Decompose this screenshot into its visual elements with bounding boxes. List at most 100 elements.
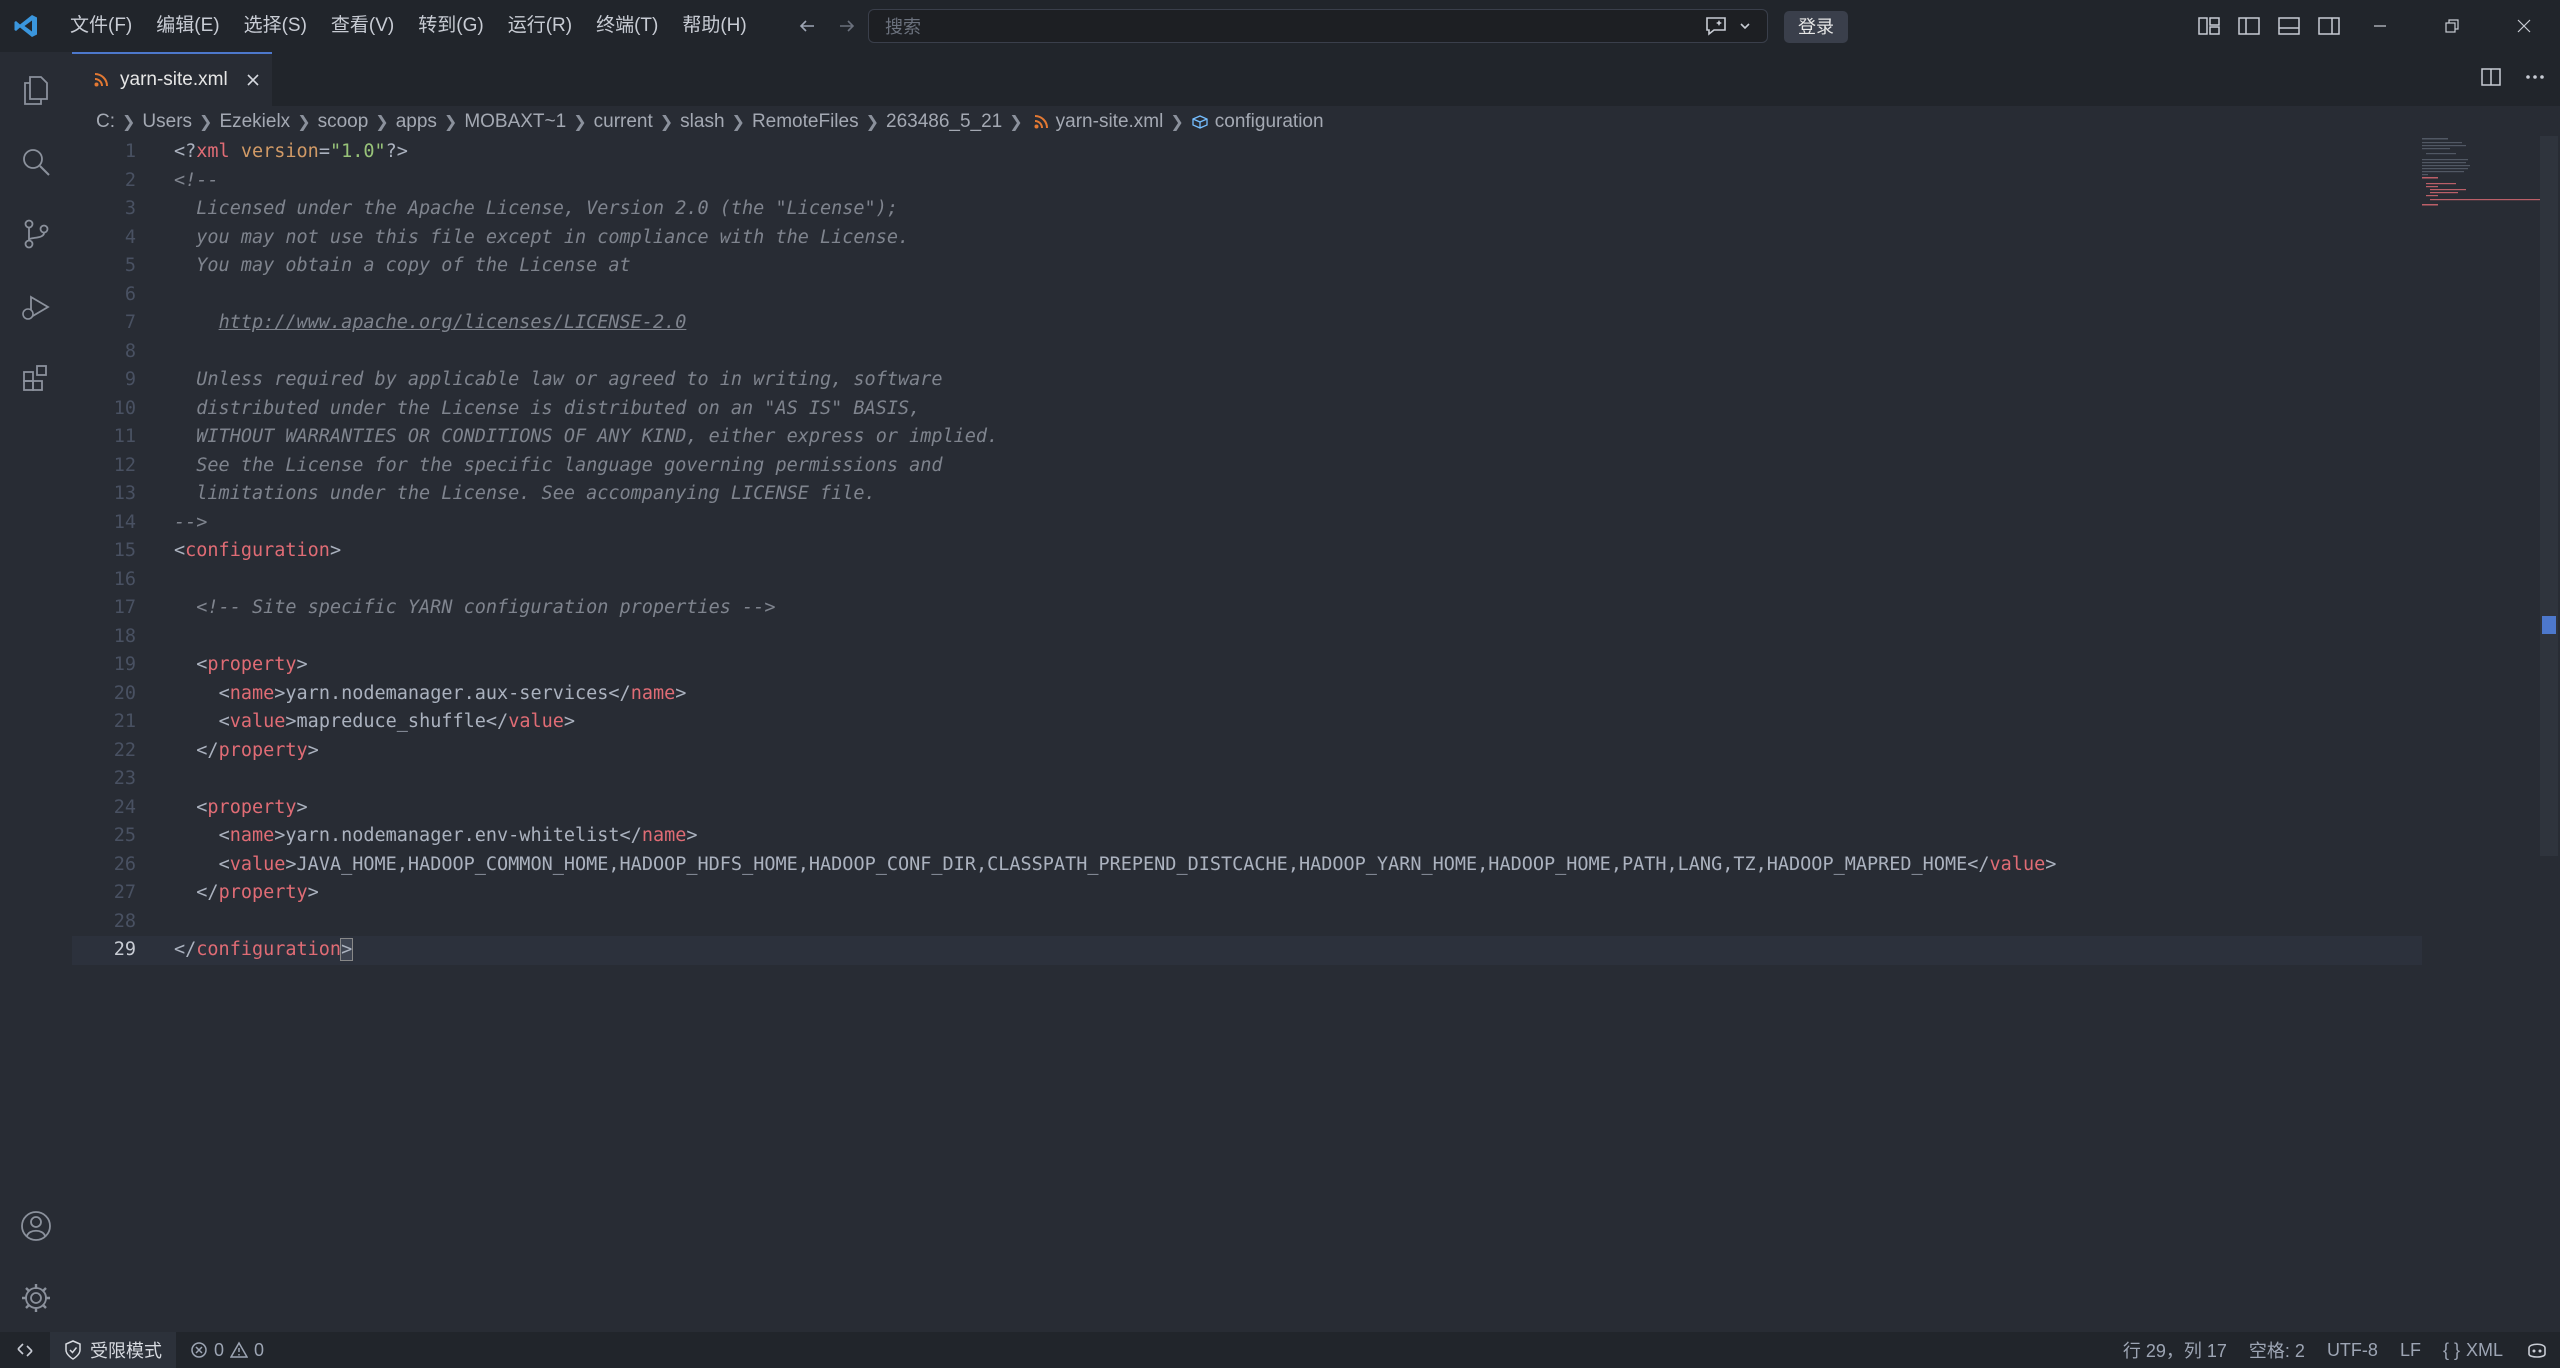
code-line[interactable]: 26 <value>JAVA_HOME,HADOOP_COMMON_HOME,H…: [72, 851, 2422, 880]
more-actions-icon[interactable]: [2524, 66, 2546, 93]
code-token: name: [229, 682, 275, 704]
customize-layout-icon[interactable]: [2196, 12, 2222, 40]
breadcrumb-item[interactable]: slash: [680, 111, 724, 133]
vertical-scrollbar[interactable]: [2540, 136, 2558, 856]
code-line[interactable]: 13 limitations under the License. See ac…: [72, 480, 2422, 509]
code-line[interactable]: 25 <name>yarn.nodemanager.env-whitelist<…: [72, 822, 2422, 851]
split-editor-icon[interactable]: [2480, 66, 2502, 93]
code-token: </: [196, 739, 219, 761]
code-line[interactable]: 4 you may not use this file except in co…: [72, 224, 2422, 253]
toggle-secondary-sidebar-icon[interactable]: [2316, 12, 2342, 40]
code-line[interactable]: 17 <!-- Site specific YARN configuration…: [72, 594, 2422, 623]
close-icon[interactable]: [242, 69, 264, 91]
tab-yarn-site-xml[interactable]: yarn-site.xml: [72, 52, 272, 106]
extensions-icon[interactable]: [0, 342, 72, 414]
language-mode[interactable]: { } XML: [2432, 1340, 2514, 1361]
line-code: limitations under the License. See accom…: [174, 480, 875, 509]
explorer-icon[interactable]: [0, 54, 72, 126]
code-line[interactable]: 19 <property>: [72, 651, 2422, 680]
cursor-position[interactable]: 行 29，列 17: [2112, 1337, 2238, 1363]
breadcrumb-item[interactable]: 263486_5_21: [886, 111, 1002, 133]
account-icon[interactable]: [0, 1190, 72, 1262]
code-line[interactable]: 27 </property>: [72, 879, 2422, 908]
line-number: 4: [124, 226, 136, 248]
menu-help[interactable]: 帮助(H): [670, 8, 758, 44]
run-and-debug-icon[interactable]: [0, 270, 72, 342]
code-line[interactable]: 12 See the License for the specific lang…: [72, 452, 2422, 481]
code-line[interactable]: 22 </property>: [72, 737, 2422, 766]
code-line[interactable]: 18: [72, 623, 2422, 652]
code-line[interactable]: 15 <configuration>: [72, 537, 2422, 566]
breadcrumb-item[interactable]: Users: [142, 111, 192, 133]
menu-selection[interactable]: 选择(S): [232, 8, 319, 44]
restore-icon[interactable]: [2416, 0, 2488, 52]
back-arrow-icon[interactable]: [790, 8, 824, 44]
code-line[interactable]: 14 -->: [72, 509, 2422, 538]
encoding[interactable]: UTF-8: [2316, 1340, 2389, 1361]
code-line[interactable]: 16: [72, 566, 2422, 595]
code-line[interactable]: 28: [72, 908, 2422, 937]
menu-terminal[interactable]: 终端(T): [584, 8, 670, 44]
minimap[interactable]: [2420, 136, 2540, 206]
code-line[interactable]: 6: [72, 281, 2422, 310]
remote-indicator-icon[interactable]: [0, 1332, 50, 1368]
code-token: <!-- Site specific YARN configuration pr…: [196, 597, 776, 618]
code-line[interactable]: 29 </configuration>: [72, 936, 2422, 965]
breadcrumb-item[interactable]: Ezekielx: [219, 111, 290, 133]
code-line[interactable]: 23: [72, 765, 2422, 794]
chevron-right-icon: ❯: [1009, 114, 1023, 131]
code-line[interactable]: 24 <property>: [72, 794, 2422, 823]
breadcrumb-item[interactable]: scoop: [318, 111, 369, 133]
indentation[interactable]: 空格: 2: [2238, 1337, 2316, 1363]
code-token: Licensed under the Apache License, Versi…: [174, 198, 898, 219]
breadcrumb-item[interactable]: RemoteFiles: [752, 111, 859, 133]
breadcrumb-item[interactable]: MOBAXT~1: [464, 111, 566, 133]
code-line[interactable]: 9 Unless required by applicable law or a…: [72, 366, 2422, 395]
copilot-icon[interactable]: [2514, 1340, 2560, 1360]
breadcrumb-symbol[interactable]: configuration: [1215, 111, 1324, 133]
problems-indicator[interactable]: 0 0: [190, 1340, 264, 1361]
breadcrumb-file[interactable]: yarn-site.xml: [1056, 111, 1164, 133]
toggle-panel-icon[interactable]: [2276, 12, 2302, 40]
menu-edit[interactable]: 编辑(E): [144, 8, 231, 44]
close-window-icon[interactable]: [2488, 0, 2560, 52]
settings-gear-icon[interactable]: [0, 1262, 72, 1334]
code-token: <: [218, 682, 230, 704]
source-control-icon[interactable]: [0, 198, 72, 270]
restricted-mode-indicator[interactable]: 受限模式: [50, 1332, 176, 1368]
login-button[interactable]: 登录: [1784, 11, 1848, 43]
menu-view[interactable]: 查看(V): [319, 8, 406, 44]
code-editor[interactable]: 1 <?xml version="1.0"?> 2 <!-- 3 Licensed un…: [72, 136, 2536, 1332]
code-line[interactable]: 8: [72, 338, 2422, 367]
code-line[interactable]: 1 <?xml version="1.0"?>: [72, 138, 2422, 167]
chevron-down-icon[interactable]: [1738, 19, 1752, 33]
toggle-primary-sidebar-icon[interactable]: [2236, 12, 2262, 40]
code-line[interactable]: 11 WITHOUT WARRANTIES OR CONDITIONS OF A…: [72, 423, 2422, 452]
code-line[interactable]: 21 <value>mapreduce_shuffle</value>: [72, 708, 2422, 737]
line-code: <name>yarn.nodemanager.env-whitelist</na…: [174, 822, 698, 851]
activity-bar: [0, 52, 72, 1332]
command-center-search[interactable]: 搜索: [868, 9, 1768, 43]
breadcrumb-item[interactable]: apps: [396, 111, 437, 133]
end-of-line[interactable]: LF: [2389, 1340, 2432, 1361]
chevron-right-icon: ❯: [865, 114, 879, 131]
code-line[interactable]: 3 Licensed under the Apache License, Ver…: [72, 195, 2422, 224]
menu-run[interactable]: 运行(R): [496, 8, 584, 44]
breadcrumb-item[interactable]: C:: [96, 111, 115, 133]
code-token: <: [218, 825, 230, 846]
code-line[interactable]: 5 You may obtain a copy of the License a…: [72, 252, 2422, 281]
menu-go[interactable]: 转到(G): [406, 8, 495, 44]
breadcrumb-item[interactable]: current: [594, 111, 653, 133]
forward-arrow-icon[interactable]: [830, 8, 864, 44]
search-icon[interactable]: [0, 126, 72, 198]
code-line[interactable]: 2 <!--: [72, 167, 2422, 196]
copilot-chat-button[interactable]: [1698, 11, 1768, 41]
code-line[interactable]: 10 distributed under the License is dist…: [72, 395, 2422, 424]
code-line[interactable]: 7 http://www.apache.org/licenses/LICENSE…: [72, 309, 2422, 338]
minimize-icon[interactable]: [2344, 0, 2416, 52]
menu-file[interactable]: 文件(F): [58, 8, 144, 44]
code-line[interactable]: 20 <name>yarn.nodemanager.aux-services</…: [72, 680, 2422, 709]
